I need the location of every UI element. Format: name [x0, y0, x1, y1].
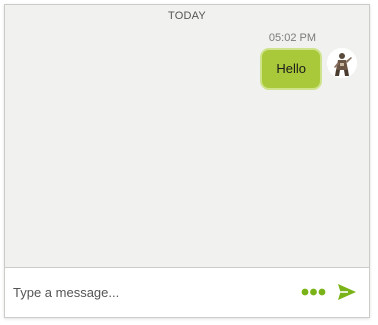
user-avatar-icon: [327, 48, 357, 78]
message-composer: [5, 267, 369, 317]
chat-window: TODAY 05:02 PM Hello: [4, 4, 370, 318]
conversation-panel[interactable]: TODAY 05:02 PM Hello: [5, 5, 369, 268]
send-icon[interactable]: [337, 282, 357, 302]
ellipsis-icon[interactable]: [301, 284, 329, 300]
message-input[interactable]: [5, 268, 290, 316]
day-separator: TODAY: [168, 10, 206, 22]
message-timestamp: 05:02 PM: [268, 32, 316, 44]
message-bubble: Hello: [260, 48, 322, 90]
